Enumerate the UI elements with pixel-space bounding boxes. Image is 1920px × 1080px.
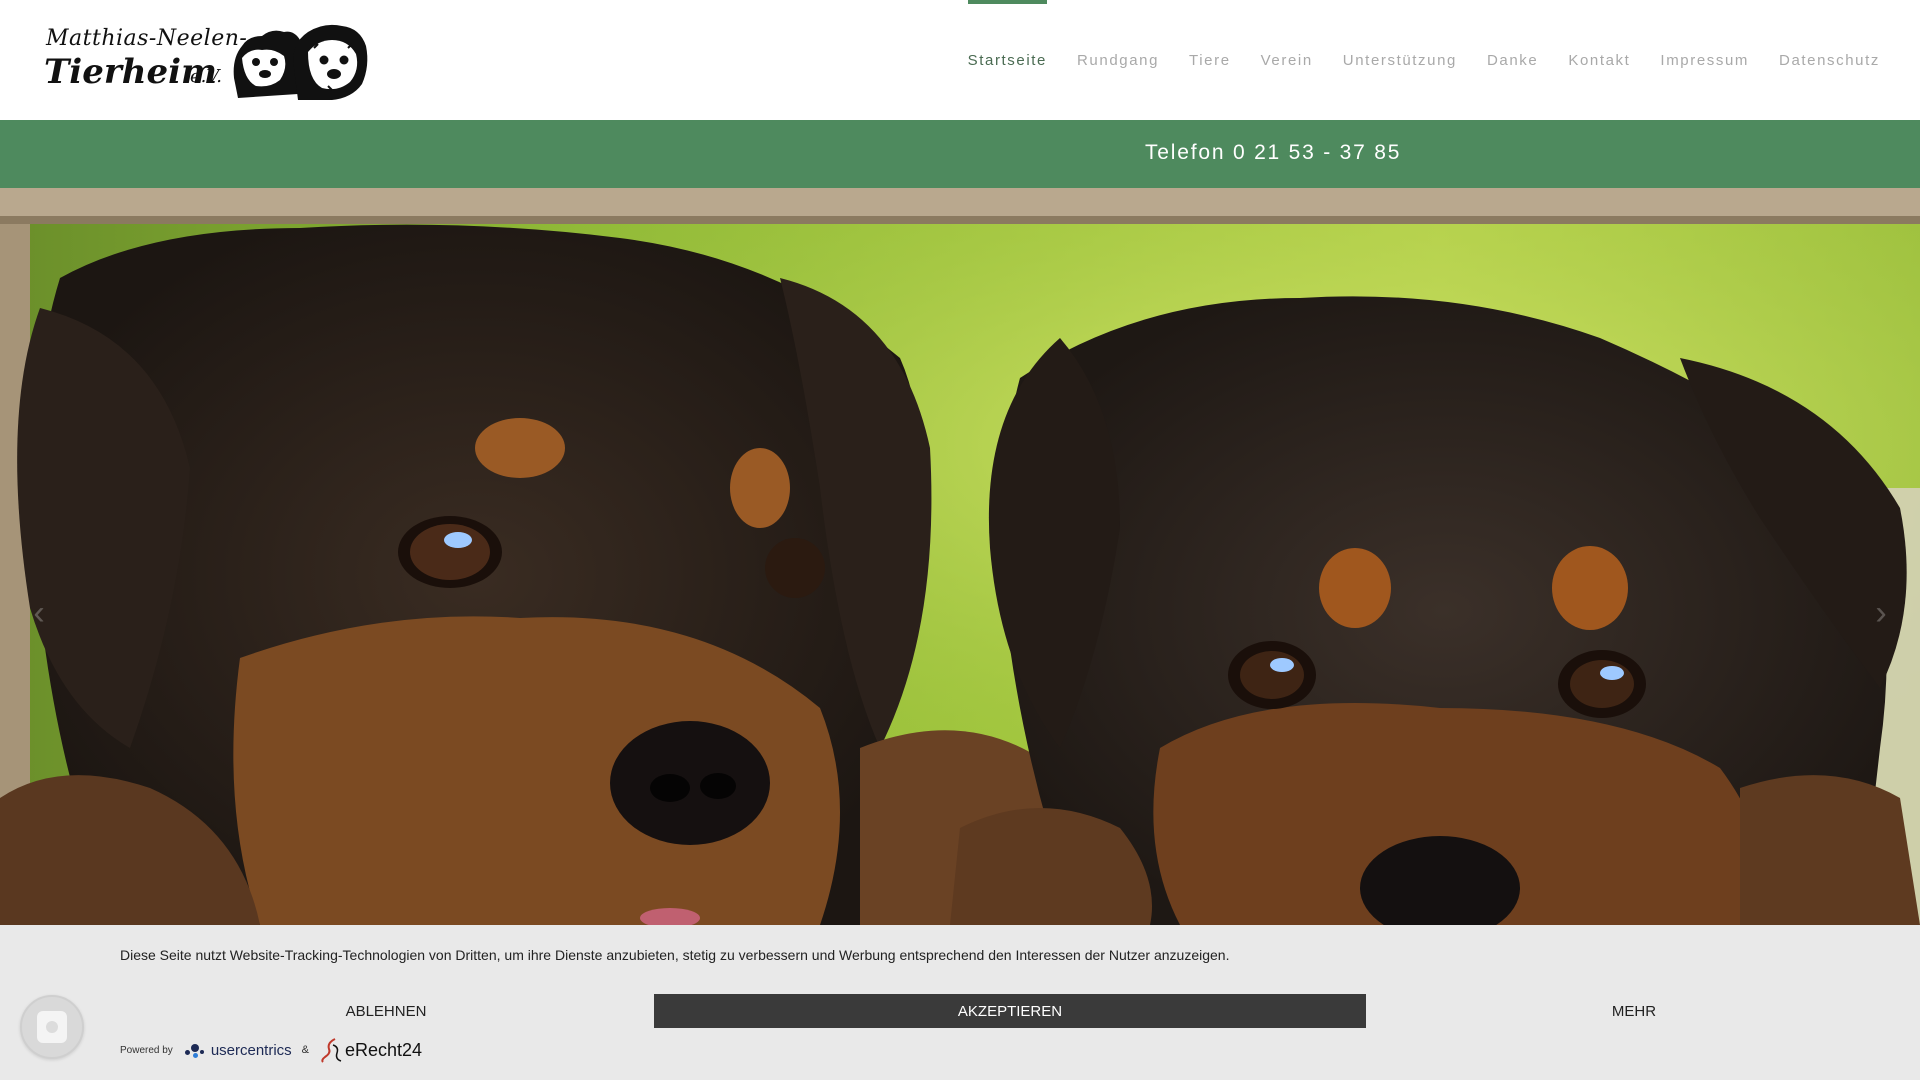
fingerprint-icon — [37, 1011, 67, 1043]
privacy-settings-button[interactable] — [20, 995, 84, 1059]
cookie-message: Diese Seite nutzt Website-Tracking-Techn… — [120, 947, 1230, 963]
powered-by-label: Powered by — [120, 1044, 173, 1056]
nav-item-danke[interactable]: Danke — [1487, 0, 1538, 120]
chevron-right-icon: › — [1875, 594, 1887, 632]
usercentrics-logo[interactable]: usercentrics — [184, 1041, 292, 1059]
nav-item-tiere[interactable]: Tiere — [1189, 0, 1231, 120]
erecht24-logo[interactable]: eRecht24 — [319, 1037, 422, 1063]
cookie-banner: Diese Seite nutzt Website-Tracking-Techn… — [0, 925, 1920, 1080]
usercentrics-label: usercentrics — [210, 1041, 292, 1059]
main-nav: Startseite Rundgang Tiere Verein Unterst… — [938, 0, 1880, 120]
site-header: Matthias-Neelen- Tierheim e.V. Startseit… — [0, 0, 1920, 120]
slider-prev-button[interactable]: ‹ — [24, 593, 54, 633]
logo-line1: Matthias-Neelen- — [46, 26, 248, 51]
nav-item-rundgang[interactable]: Rundgang — [1077, 0, 1159, 120]
slider-next-button[interactable]: › — [1866, 593, 1896, 633]
logo-suffix: e.V. — [190, 66, 222, 87]
site-logo[interactable]: Matthias-Neelen- Tierheim e.V. — [44, 18, 370, 102]
nav-item-startseite[interactable]: Startseite — [967, 0, 1048, 120]
deny-button[interactable]: ABLEHNEN — [120, 994, 652, 1028]
accept-button[interactable]: AKZEPTIEREN — [654, 994, 1366, 1028]
erecht24-icon — [321, 1038, 342, 1063]
chevron-left-icon: ‹ — [33, 594, 45, 632]
nav-item-verein[interactable]: Verein — [1261, 0, 1313, 120]
dogs-logo-icon — [233, 24, 368, 100]
hero-puppies-image — [0, 188, 1920, 925]
phone-number: Telefon 0 21 53 - 37 85 — [1145, 141, 1402, 164]
powered-by: Powered by usercentrics & eRecht24 — [120, 1037, 422, 1063]
usercentrics-icon — [184, 1042, 209, 1058]
nav-item-unterstuetzung[interactable]: Unterstützung — [1343, 0, 1457, 120]
nav-item-impressum[interactable]: Impressum — [1660, 0, 1749, 120]
ampersand: & — [301, 1044, 310, 1056]
hero-slider: ‹ › — [0, 188, 1920, 925]
nav-item-kontakt[interactable]: Kontakt — [1568, 0, 1630, 120]
nav-item-datenschutz[interactable]: Datenschutz — [1779, 0, 1880, 120]
erecht24-label: eRecht24 — [345, 1039, 423, 1060]
more-button[interactable]: MEHR — [1368, 994, 1900, 1028]
phone-bar: Telefon 0 21 53 - 37 85 — [0, 120, 1920, 188]
